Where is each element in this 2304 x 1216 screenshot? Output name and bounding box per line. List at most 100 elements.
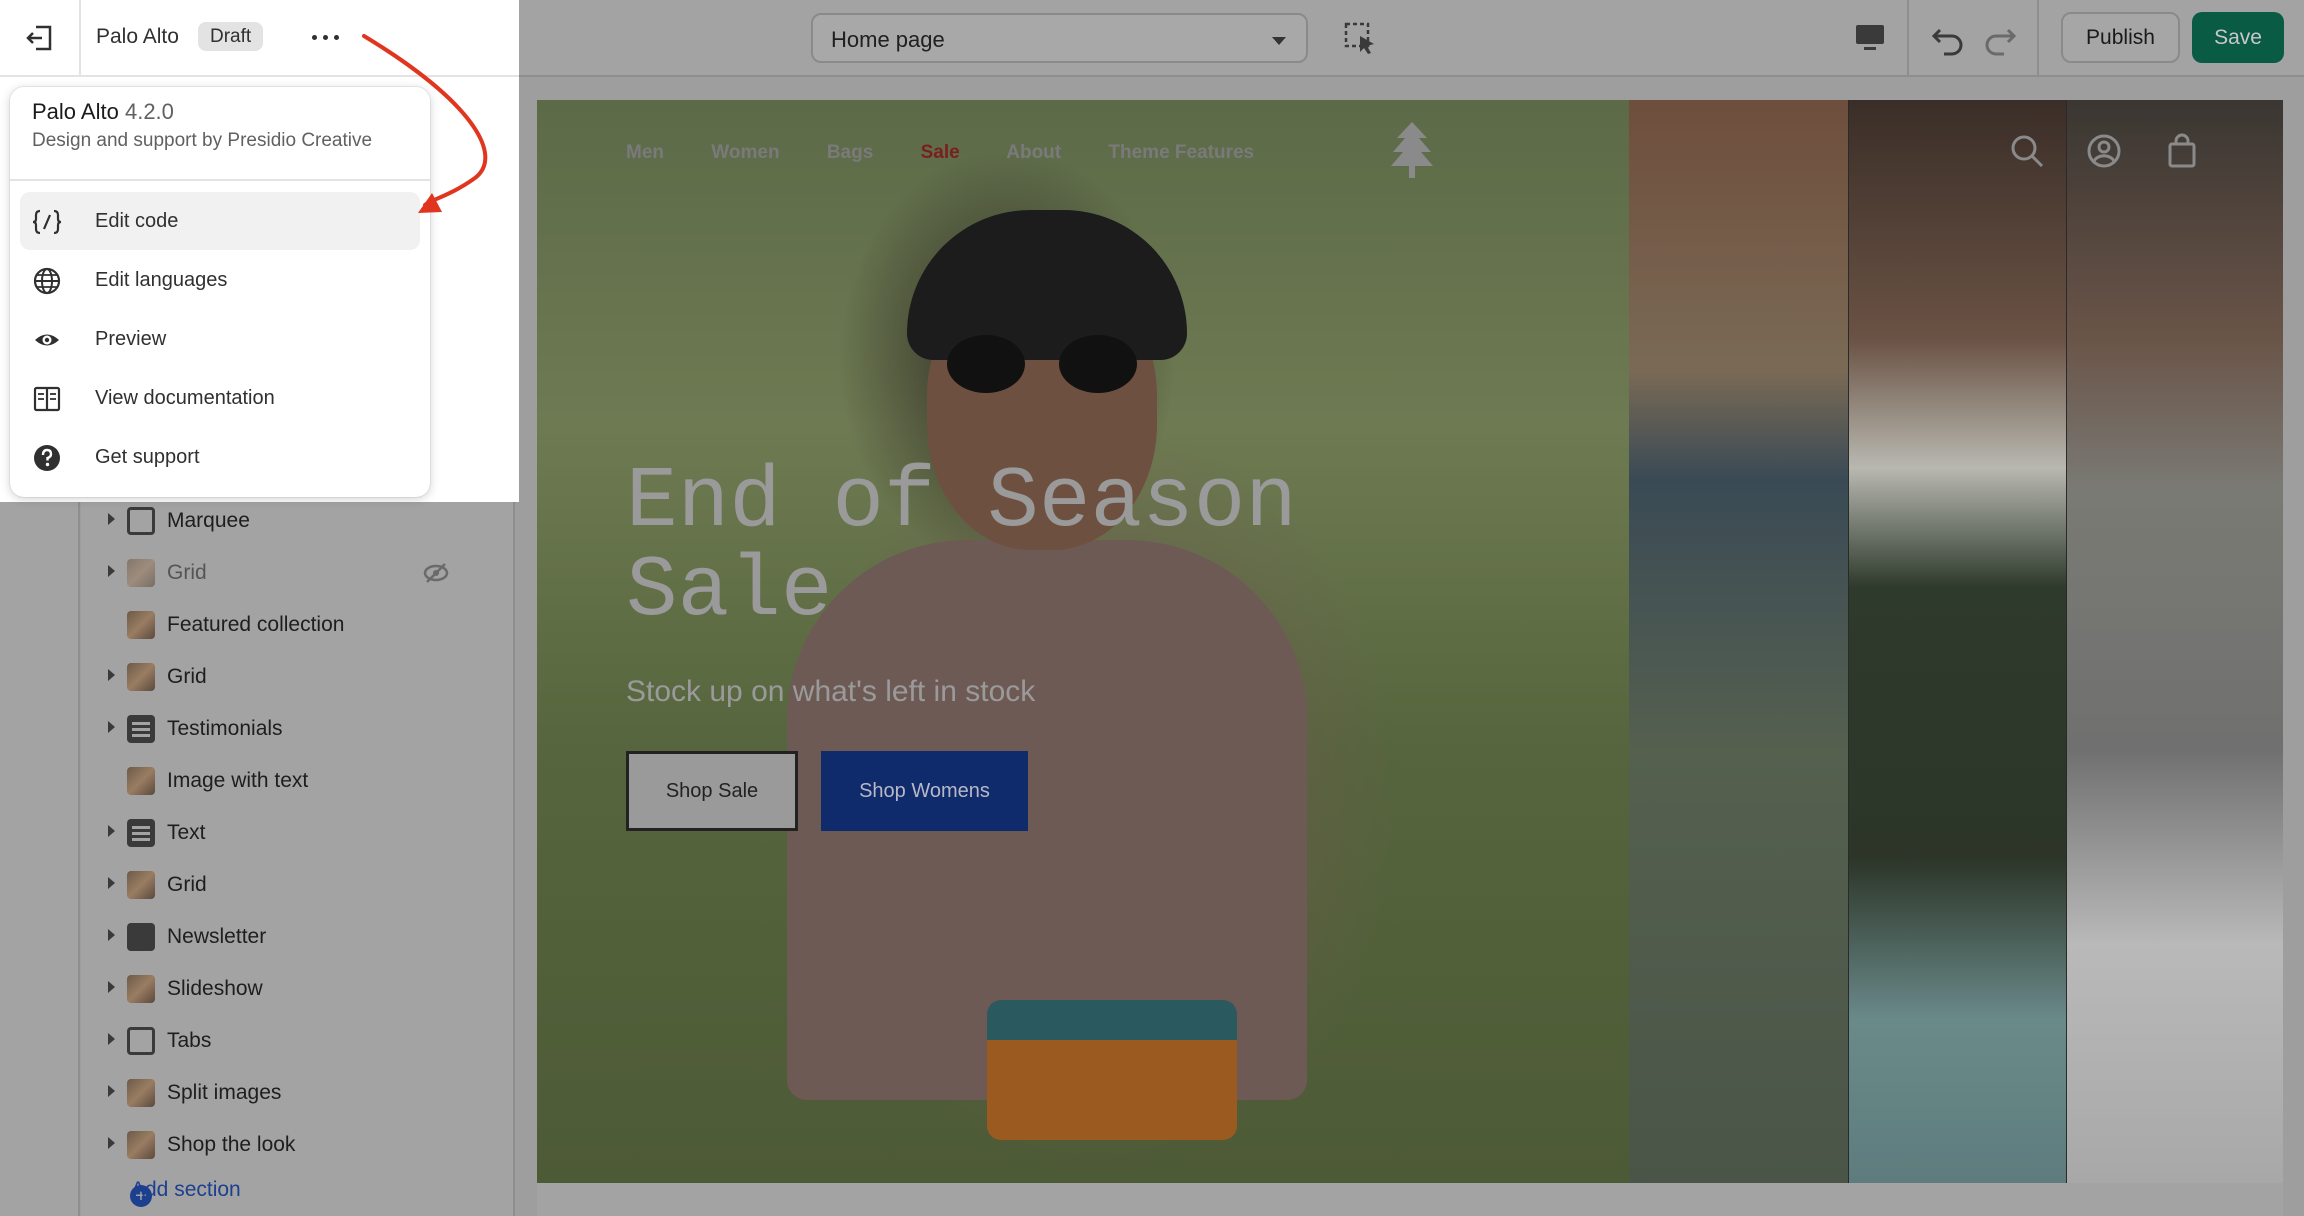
image-thumbnail (127, 871, 155, 899)
toolbar-divider (2037, 0, 2039, 77)
section-label: Split images (167, 1081, 282, 1104)
model-image-2 (1849, 100, 2067, 1183)
chevron-down-icon (1272, 37, 1286, 45)
section-item-shop-the-look[interactable]: Shop the look (81, 1120, 515, 1170)
section-item-image-with-text[interactable]: Image with text (81, 756, 515, 806)
image-thumbnail (127, 559, 155, 587)
theme-panel: Palo Alto Draft Palo Alto 4.2.0 Design a… (0, 0, 519, 502)
nav-link-about[interactable]: About (1006, 142, 1061, 163)
account-icon[interactable] (2086, 133, 2122, 169)
page-selector[interactable]: Home page (811, 13, 1308, 63)
menu-item-label: View documentation (95, 387, 275, 409)
expand-arrow-icon[interactable] (108, 721, 115, 733)
hero-headline: End of Season Sale (626, 453, 1297, 641)
text-block-icon (127, 819, 155, 847)
hero-image (537, 100, 1629, 1183)
preview-bottom-area (537, 1183, 2283, 1216)
section-item-featured-collection[interactable]: Featured collection (81, 600, 515, 650)
book-icon (33, 386, 61, 412)
menu-item-view-documentation[interactable]: View documentation (20, 369, 420, 427)
section-label: Grid (167, 665, 207, 688)
dot (323, 35, 328, 40)
model-image-1 (1629, 100, 1849, 1183)
menu-item-label: Preview (95, 328, 167, 350)
section-label: Tabs (167, 1029, 212, 1052)
tabs-icon (127, 1027, 155, 1055)
section-item-text[interactable]: Text (81, 808, 515, 858)
section-item-marquee[interactable]: Marquee (81, 496, 515, 546)
globe-icon (33, 267, 61, 295)
add-section-button[interactable]: Add section (131, 1178, 241, 1202)
nav-link-women[interactable]: Women (711, 142, 779, 163)
section-item-grid[interactable]: Grid (81, 548, 515, 598)
menu-item-get-support[interactable]: Get support (20, 428, 420, 486)
theme-name: Palo Alto (96, 25, 179, 48)
menu-theme-name: Palo Alto (32, 99, 119, 124)
toolbar-divider (1907, 0, 1909, 77)
section-label: Image with text (167, 769, 309, 792)
expand-arrow-icon[interactable] (108, 825, 115, 837)
dot (334, 35, 339, 40)
store-nav: Men Women Bags Sale About Theme Features (626, 142, 1296, 164)
tree-logo-icon[interactable] (1389, 120, 1435, 180)
section-item-grid[interactable]: Grid (81, 860, 515, 910)
menu-item-edit-languages[interactable]: Edit languages (20, 251, 420, 309)
hero-bike-bag (987, 1000, 1237, 1140)
nav-link-bags[interactable]: Bags (827, 142, 873, 163)
expand-arrow-icon[interactable] (108, 877, 115, 889)
expand-arrow-icon[interactable] (108, 981, 115, 993)
theme-header: Palo Alto Draft (0, 0, 519, 77)
nav-link-sale[interactable]: Sale (921, 142, 960, 163)
model-image-3 (2067, 100, 2283, 1183)
menu-theme-version: 4.2.0 (124, 99, 174, 124)
expand-arrow-icon[interactable] (108, 929, 115, 941)
save-button[interactable]: Save (2192, 12, 2284, 63)
shop-womens-button[interactable]: Shop Womens (821, 751, 1028, 831)
eye-hidden-icon[interactable] (423, 560, 449, 586)
code-icon (32, 209, 62, 235)
menu-item-label: Get support (95, 446, 200, 468)
undo-icon[interactable] (1928, 18, 1968, 58)
image-thumbnail (127, 767, 155, 795)
search-icon[interactable] (2009, 133, 2045, 169)
hero-figure-sunglasses (947, 335, 1137, 395)
section-item-newsletter[interactable]: Newsletter (81, 912, 515, 962)
shop-sale-button[interactable]: Shop Sale (626, 751, 798, 831)
nav-link-men[interactable]: Men (626, 142, 664, 163)
menu-item-preview[interactable]: Preview (20, 310, 420, 368)
inspector-select-icon[interactable] (1340, 18, 1380, 58)
status-badge: Draft (198, 22, 264, 51)
section-item-testimonials[interactable]: Testimonials (81, 704, 515, 754)
section-item-slideshow[interactable]: Slideshow (81, 964, 515, 1014)
dot (312, 35, 317, 40)
section-label: Grid (167, 561, 207, 584)
section-item-tabs[interactable]: Tabs (81, 1016, 515, 1066)
publish-button[interactable]: Publish (2061, 12, 2180, 63)
cart-bag-icon[interactable] (2164, 133, 2200, 169)
expand-arrow-icon[interactable] (108, 669, 115, 681)
expand-arrow-icon[interactable] (108, 565, 115, 577)
question-icon (34, 445, 60, 471)
more-actions-button[interactable] (308, 22, 344, 52)
desktop-view-icon[interactable] (1850, 18, 1890, 58)
expand-arrow-icon[interactable] (108, 1033, 115, 1045)
image-thumbnail (127, 1131, 155, 1159)
section-item-grid[interactable]: Grid (81, 652, 515, 702)
theme-actions-menu: Palo Alto 4.2.0 Design and support by Pr… (10, 87, 430, 497)
image-thumbnail (127, 663, 155, 691)
redo-icon[interactable] (1980, 18, 2020, 58)
expand-arrow-icon[interactable] (108, 1085, 115, 1097)
expand-arrow-icon[interactable] (108, 1137, 115, 1149)
marquee-icon (127, 507, 155, 535)
exit-editor-button[interactable] (0, 0, 81, 77)
menu-divider (10, 179, 430, 181)
exit-icon (26, 25, 52, 51)
nav-link-theme-features[interactable]: Theme Features (1108, 142, 1254, 163)
envelope-icon (127, 923, 155, 951)
section-label: Featured collection (167, 613, 345, 636)
menu-title: Palo Alto 4.2.0 (32, 99, 174, 125)
menu-item-edit-code[interactable]: Edit code (20, 192, 420, 250)
section-label: Slideshow (167, 977, 263, 1000)
section-item-split-images[interactable]: Split images (81, 1068, 515, 1118)
expand-arrow-icon[interactable] (108, 513, 115, 525)
